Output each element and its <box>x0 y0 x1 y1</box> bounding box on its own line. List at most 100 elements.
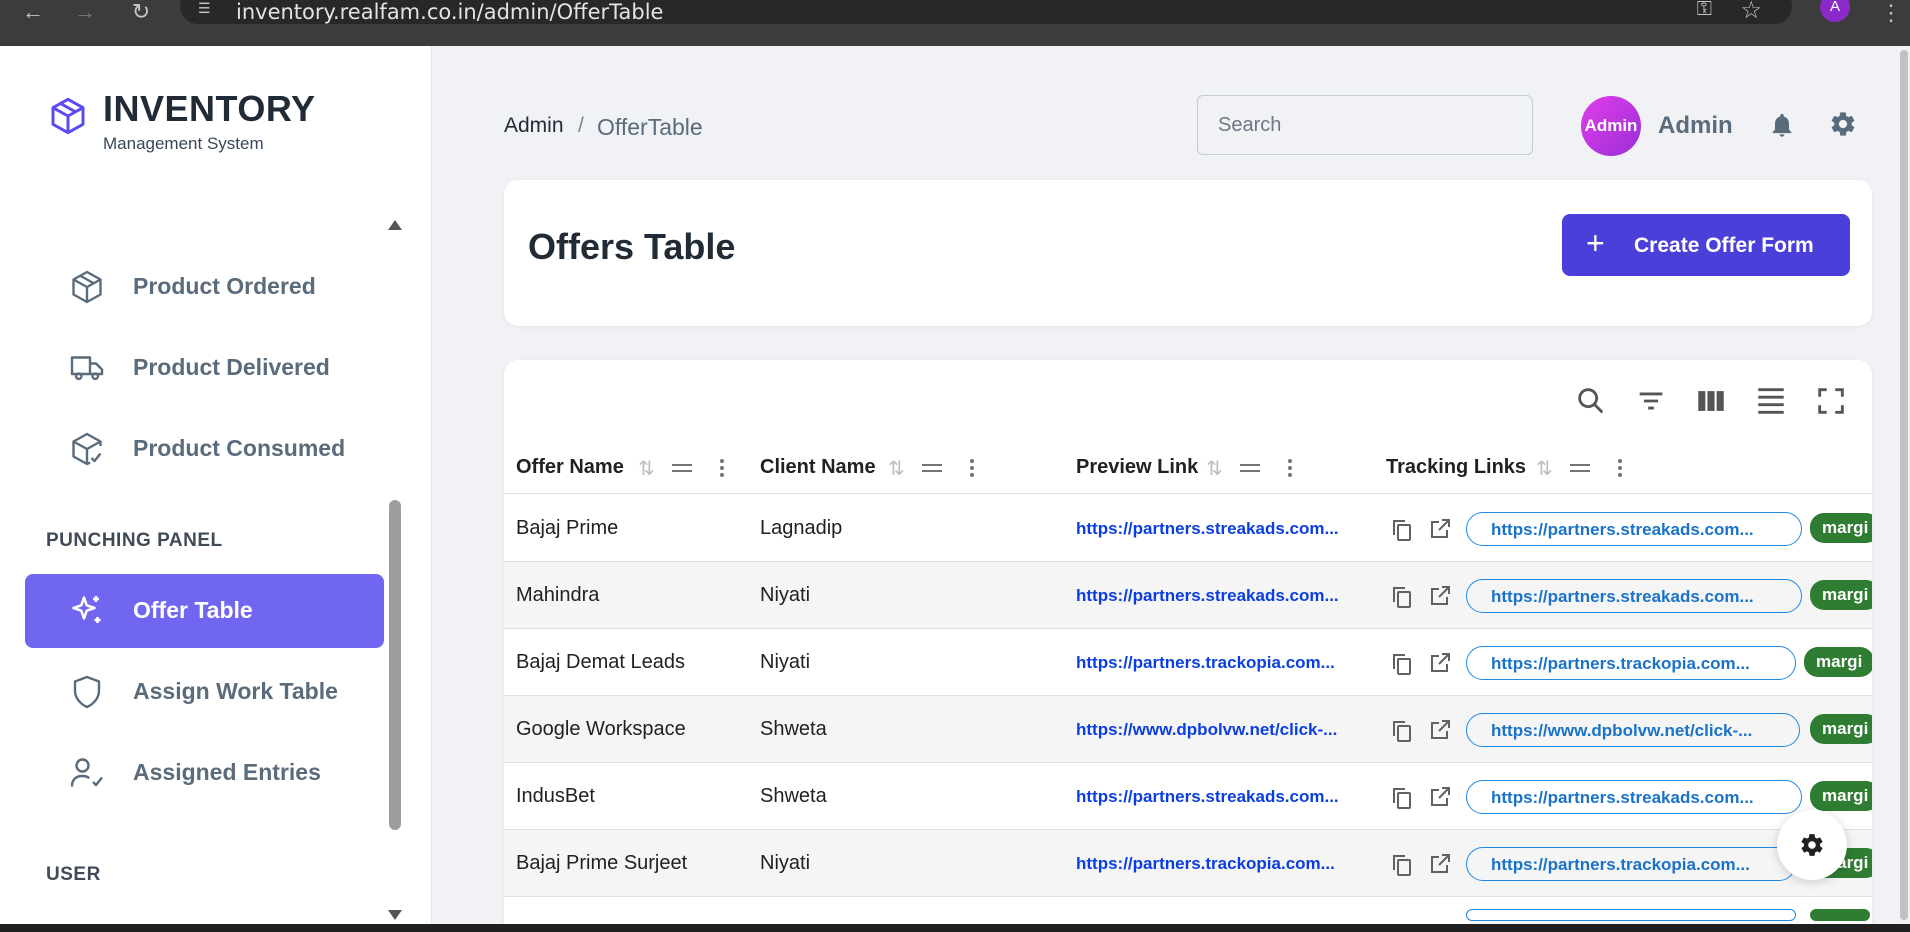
drag-handle-icon[interactable] <box>1568 456 1592 480</box>
scroll-down-arrow-icon[interactable] <box>388 910 402 920</box>
status-tag: margi <box>1810 580 1872 610</box>
column-menu-icon[interactable] <box>968 456 976 480</box>
copy-icon[interactable] <box>1390 785 1414 811</box>
page-scrollbar[interactable] <box>1898 46 1910 924</box>
offer-name-cell: IndusBet <box>516 785 595 807</box>
page-title: Offers Table <box>528 226 736 267</box>
table-row: Bajaj Prime Lagnadip https://partners.st… <box>504 495 1872 562</box>
client-name-cell: Shweta <box>760 718 827 740</box>
copy-icon[interactable] <box>1390 584 1414 610</box>
open-external-icon[interactable] <box>1428 852 1452 876</box>
sort-icon[interactable]: ⇅ <box>1206 456 1226 480</box>
bookmark-star-icon[interactable]: ☆ <box>1740 0 1762 25</box>
avatar[interactable]: Admin <box>1581 96 1641 156</box>
fullscreen-icon[interactable] <box>1814 384 1848 418</box>
search-input[interactable] <box>1197 95 1533 155</box>
password-key-icon[interactable]: ⚿ <box>1697 0 1712 21</box>
open-external-icon[interactable] <box>1428 785 1452 809</box>
table-row: Google Workspace Shweta https://www.dpbo… <box>504 696 1872 763</box>
open-external-icon[interactable] <box>1428 651 1452 675</box>
status-tag: margi <box>1804 647 1872 677</box>
page: INVENTORY Management System Product Orde… <box>0 46 1898 924</box>
preview-link[interactable]: https://partners.trackopia.com... <box>1076 854 1335 874</box>
column-header-offer-name[interactable]: Offer Name <box>516 456 624 479</box>
tracking-link-pill[interactable]: https://www.dpbolvw.net/click-... <box>1466 713 1800 747</box>
scrollbar-thumb[interactable] <box>389 500 401 830</box>
forward-icon[interactable]: → <box>70 0 100 24</box>
table-row <box>504 897 1872 924</box>
tracking-link-pill[interactable]: https://partners.trackopia.com... <box>1466 646 1796 680</box>
column-menu-icon[interactable] <box>1616 456 1624 480</box>
site-settings-icon[interactable]: ☰ <box>198 0 218 18</box>
breadcrumb-separator: / <box>578 114 584 137</box>
copy-icon[interactable] <box>1390 517 1414 543</box>
sidebar: INVENTORY Management System Product Orde… <box>0 46 432 924</box>
client-name-cell: Lagnadip <box>760 517 843 539</box>
tracking-link-pill[interactable]: https://partners.streakads.com... <box>1466 780 1802 814</box>
user-name[interactable]: Admin <box>1658 112 1733 140</box>
open-external-icon[interactable] <box>1428 718 1452 742</box>
settings-gear-icon[interactable] <box>1829 110 1857 138</box>
column-header-preview-link[interactable]: Preview Link <box>1076 456 1198 479</box>
bell-icon[interactable] <box>1768 110 1796 140</box>
page-scrollbar-thumb[interactable] <box>1900 50 1908 920</box>
drag-handle-icon[interactable] <box>1238 456 1262 480</box>
brand-title: INVENTORY <box>103 88 316 129</box>
sidebar-item-product-ordered[interactable]: Product Ordered <box>25 250 384 324</box>
browser-menu-icon[interactable]: ⋮ <box>1880 0 1902 26</box>
drag-handle-icon[interactable] <box>670 456 694 480</box>
status-tag <box>1810 909 1870 921</box>
open-external-icon[interactable] <box>1428 517 1452 541</box>
column-menu-icon[interactable] <box>718 456 726 480</box>
sidebar-item-product-delivered[interactable]: Product Delivered <box>25 331 384 405</box>
filter-icon[interactable] <box>1634 384 1668 418</box>
copy-icon[interactable] <box>1390 852 1414 878</box>
brand-subtitle: Management System <box>103 134 264 153</box>
preview-link[interactable]: https://partners.streakads.com... <box>1076 787 1339 807</box>
drag-handle-icon[interactable] <box>920 456 944 480</box>
search-icon[interactable] <box>1574 384 1608 418</box>
table-row: Bajaj Prime Surjeet Niyati https://partn… <box>504 830 1872 897</box>
offers-table-card: Offer Name ⇅ Client Name ⇅ Preview Link … <box>504 360 1872 924</box>
sidebar-scrollbar[interactable] <box>388 220 402 924</box>
create-offer-form-button[interactable]: + Create Offer Form <box>1562 214 1850 276</box>
profile-avatar[interactable]: A <box>1820 0 1850 22</box>
copy-icon[interactable] <box>1390 718 1414 744</box>
sidebar-item-offer-table[interactable]: Offer Table <box>25 574 384 648</box>
column-header-tracking-links[interactable]: Tracking Links <box>1386 456 1526 479</box>
tracking-link-pill[interactable]: https://partners.streakads.com... <box>1466 579 1802 613</box>
floating-settings-button[interactable] <box>1777 810 1847 880</box>
tracking-link-pill[interactable] <box>1466 909 1796 921</box>
user-check-icon <box>70 758 103 787</box>
table-row: IndusBet Shweta https://partners.streaka… <box>504 763 1872 830</box>
column-header-client-name[interactable]: Client Name <box>760 456 876 479</box>
scroll-up-arrow-icon[interactable] <box>388 220 402 230</box>
preview-link[interactable]: https://www.dpbolvw.net/click-... <box>1076 720 1337 740</box>
sort-icon[interactable]: ⇅ <box>888 456 908 480</box>
plus-icon: + <box>1586 225 1605 261</box>
sidebar-item-label: Offer Table <box>133 597 253 623</box>
density-icon[interactable] <box>1754 384 1788 418</box>
breadcrumb-admin[interactable]: Admin <box>504 114 564 138</box>
sidebar-item-product-consumed[interactable]: Product Consumed <box>25 412 384 486</box>
sidebar-item-assigned-entries[interactable]: Assigned Entries <box>25 736 384 810</box>
address-bar[interactable]: ☰ inventory.realfam.co.in/admin/OfferTab… <box>180 0 1792 24</box>
column-menu-icon[interactable] <box>1286 456 1294 480</box>
preview-link[interactable]: https://partners.streakads.com... <box>1076 519 1339 539</box>
reload-icon[interactable]: ↻ <box>126 0 156 24</box>
url-text[interactable]: inventory.realfam.co.in/admin/OfferTable <box>236 0 663 24</box>
preview-link[interactable]: https://partners.trackopia.com... <box>1076 653 1335 673</box>
back-icon[interactable]: ← <box>18 0 48 24</box>
copy-icon[interactable] <box>1390 651 1414 677</box>
preview-link[interactable]: https://partners.streakads.com... <box>1076 586 1339 606</box>
cube-logo-icon <box>51 97 85 135</box>
sidebar-item-label: Product Consumed <box>133 435 346 461</box>
tracking-link-pill[interactable]: https://partners.streakads.com... <box>1466 512 1802 546</box>
sort-icon[interactable]: ⇅ <box>638 456 658 480</box>
sort-icon[interactable]: ⇅ <box>1536 456 1556 480</box>
sidebar-item-assign-work-table[interactable]: Assign Work Table <box>25 655 384 729</box>
columns-icon[interactable] <box>1694 384 1728 418</box>
tracking-link-pill[interactable]: https://partners.trackopia.com... <box>1466 847 1796 881</box>
section-punching-panel: PUNCHING PANEL <box>46 530 223 551</box>
open-external-icon[interactable] <box>1428 584 1452 608</box>
